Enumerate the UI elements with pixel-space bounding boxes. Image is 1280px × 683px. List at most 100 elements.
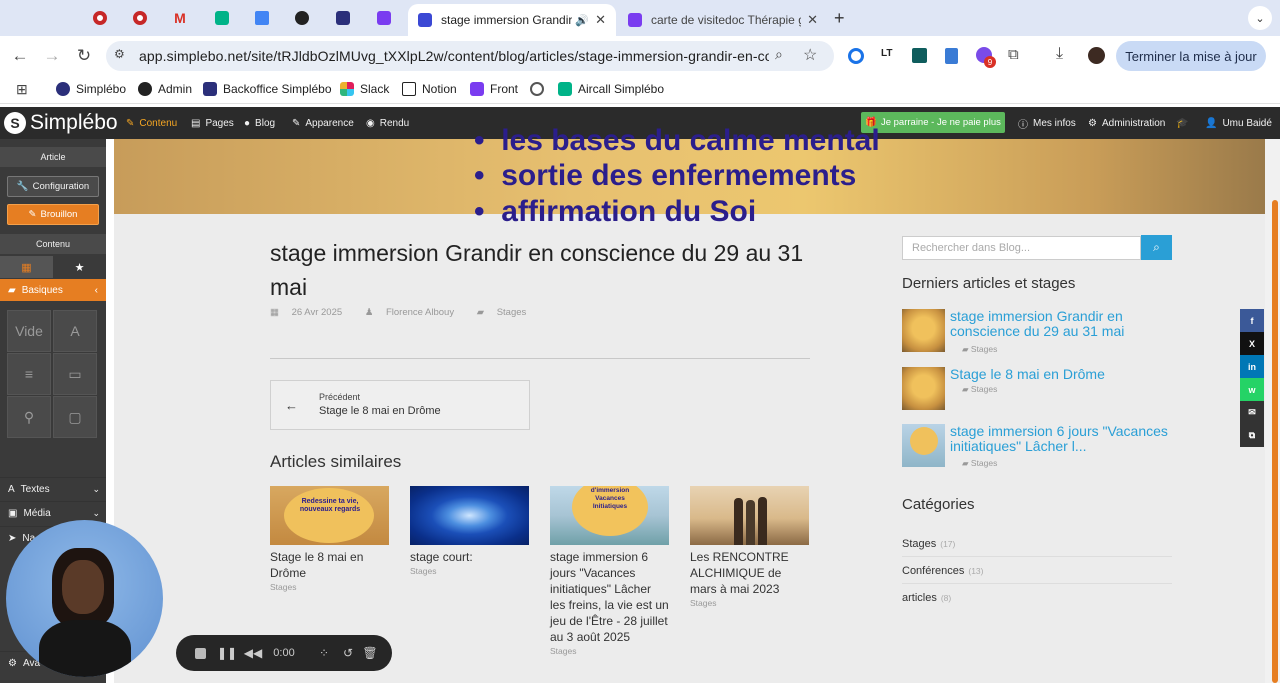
site-info-icon[interactable]: ⚙ — [114, 47, 125, 61]
menu-mes-infos[interactable]: ⓘ Mes infos — [1018, 107, 1076, 139]
category-text: Stages — [496, 307, 527, 318]
recent-article[interactable]: stage immersion Grandir en conscience du… — [902, 308, 1172, 354]
email-share-icon[interactable]: ✉ — [1240, 401, 1264, 424]
paragraph-icon[interactable]: ≡ — [7, 353, 51, 395]
extension-icon[interactable] — [945, 48, 958, 64]
linkedin-share-icon[interactable]: in — [1240, 355, 1264, 378]
block-vide[interactable]: Vide — [7, 310, 51, 352]
recent-article[interactable]: Stage le 8 mai en Drôme ▰ Stages — [902, 367, 1172, 411]
reload-icon[interactable]: ↻ — [72, 44, 96, 68]
category-count: (17) — [940, 538, 956, 549]
tab-inactive[interactable]: carte de visitedoc Thérapie g ✕ — [618, 4, 828, 36]
article-title: stage immersion Grandir en conscience du… — [950, 308, 1125, 339]
apps-icon[interactable]: ⊞ — [16, 81, 28, 98]
pinned-tab[interactable] — [282, 6, 322, 30]
bookmark-backoffice[interactable]: Backoffice Simplébo — [203, 82, 332, 96]
bookmark-admin[interactable]: Admin — [138, 82, 192, 96]
extension-icon[interactable]: LT — [881, 48, 892, 59]
box-icon[interactable]: ▢ — [53, 396, 97, 438]
pinned-tab[interactable] — [323, 6, 363, 30]
chevron-down-icon[interactable]: ⌄ — [1248, 6, 1272, 30]
star-icon[interactable]: ☆ — [803, 45, 817, 65]
new-tab-icon[interactable]: + — [834, 8, 845, 29]
x-share-icon[interactable]: X — [1240, 332, 1264, 355]
trash-icon[interactable]: 🗑 — [360, 635, 380, 671]
text-icon[interactable]: A — [53, 310, 97, 352]
notion-icon — [402, 82, 416, 96]
blog-search-input[interactable]: Rechercher dans Blog... — [902, 236, 1141, 260]
bookmark-simplebo[interactable]: Simplébo — [56, 82, 126, 96]
simplebo-logo[interactable]: S Simplébo — [4, 107, 118, 139]
copy-link-icon[interactable]: ⧉ — [1240, 424, 1264, 447]
eye-icon: ◉ — [366, 117, 375, 129]
category-item[interactable]: Stages (17) — [902, 531, 1172, 557]
pinned-tab[interactable] — [364, 6, 404, 30]
pinned-tab[interactable] — [120, 6, 160, 30]
bookmark-globe[interactable] — [530, 82, 550, 96]
scrollbar-thumb[interactable] — [1272, 200, 1278, 683]
bookmark-slack[interactable]: Slack — [340, 82, 389, 96]
close-icon[interactable]: ✕ — [595, 12, 606, 28]
rewind-icon[interactable]: ◀◀ — [242, 635, 264, 671]
similar-article[interactable]: d'immersion Vacances Initiatiques stage … — [550, 486, 669, 656]
category-item[interactable]: articles (8) — [902, 585, 1172, 611]
forward-icon[interactable]: → — [40, 44, 64, 68]
menu-rendu[interactable]: ◉ Rendu — [366, 107, 409, 139]
extension-icon[interactable] — [912, 48, 927, 63]
stop-icon[interactable] — [188, 635, 212, 671]
section-textes[interactable]: A Textes ⌄ — [0, 477, 106, 501]
nav-icon: ➤ — [8, 533, 17, 544]
grid-tab-icon[interactable]: ▦ — [0, 256, 53, 278]
article-category: Stages — [550, 646, 577, 656]
image-icon[interactable]: ▭ — [53, 353, 97, 395]
section-basiques[interactable]: ▰ Basiques ‹ — [0, 279, 106, 301]
search-button[interactable]: ⌕ — [1141, 235, 1172, 260]
tab-active[interactable]: stage immersion Grandir e 🔊 ✕ — [408, 4, 616, 36]
draft-button[interactable]: ✎ Brouillon — [7, 204, 99, 225]
previous-post-link[interactable]: ← Précédent Stage le 8 mai en Drôme — [270, 380, 530, 430]
grid-icon[interactable]: ⁘ — [314, 635, 334, 671]
pinned-tab[interactable] — [242, 6, 282, 30]
speaker-icon: 🔊 — [575, 14, 590, 27]
bookmark-aircall[interactable]: Aircall Simplébo — [558, 82, 664, 96]
similar-article[interactable]: Les RENCONTRE ALCHIMIQUE de mars à mai 2… — [690, 486, 809, 608]
menu-contenu[interactable]: ✎ Contenu — [126, 107, 177, 139]
webcam-bubble[interactable] — [6, 520, 163, 677]
back-icon[interactable]: ← — [8, 44, 32, 68]
backoffice-icon — [203, 82, 217, 96]
category-item[interactable]: Conférences (13) — [902, 558, 1172, 584]
bookmark-notion[interactable]: Notion — [402, 82, 457, 96]
whatsapp-share-icon[interactable]: w — [1240, 378, 1264, 401]
button-label: Configuration — [32, 181, 90, 192]
configuration-button[interactable]: 🔧 Configuration — [7, 176, 99, 197]
menu-administration[interactable]: ⚙ Administration — [1088, 107, 1165, 139]
facebook-share-icon[interactable]: f — [1240, 309, 1264, 332]
referral-button[interactable]: 🎁 Je parraine - Je ne paie plus — [861, 112, 1005, 133]
bookmark-front[interactable]: Front — [470, 82, 518, 96]
zoom-icon[interactable]: ⌕ — [775, 46, 783, 63]
menu-apparence[interactable]: ✎ Apparence — [292, 107, 354, 139]
puzzle-icon[interactable]: ⧉ — [1008, 46, 1019, 63]
star-tab-icon[interactable]: ★ — [53, 256, 106, 278]
similar-article[interactable]: Redessine ta vie, nouveaux regards Stage… — [270, 486, 389, 592]
menu-academy[interactable]: 🎓 — [1176, 107, 1193, 139]
pinned-tab[interactable] — [202, 6, 242, 30]
post-category[interactable]: ▰ Stages — [477, 307, 537, 318]
extension-icon[interactable] — [848, 48, 864, 64]
menu-user[interactable]: 👤 Umu Baidé — [1205, 107, 1272, 139]
menu-blog[interactable]: ● Blog — [244, 107, 275, 139]
pause-icon[interactable]: ❚❚ — [216, 635, 238, 671]
recent-article[interactable]: stage immersion 6 jours "Vacances initia… — [902, 424, 1172, 468]
close-icon[interactable]: ✕ — [807, 12, 818, 28]
update-button[interactable]: Terminer la mise à jour — [1116, 41, 1266, 71]
restart-icon[interactable]: ↺ — [338, 635, 358, 671]
url-text[interactable]: app.simplebo.net/site/tRJldbOzlMUvg_tXXl… — [139, 48, 769, 64]
download-icon[interactable]: ⤓ — [1056, 45, 1063, 63]
avatar[interactable] — [1088, 47, 1105, 64]
thumbnail-text: Redessine ta vie, nouveaux regards — [299, 498, 361, 513]
menu-pages[interactable]: ▤ Pages — [191, 107, 234, 139]
pinned-tab[interactable] — [80, 6, 120, 30]
similar-article[interactable]: stage court: Stages — [410, 486, 529, 576]
link-icon[interactable]: ⚲ — [7, 396, 51, 438]
pinned-tab[interactable]: M — [160, 6, 200, 30]
